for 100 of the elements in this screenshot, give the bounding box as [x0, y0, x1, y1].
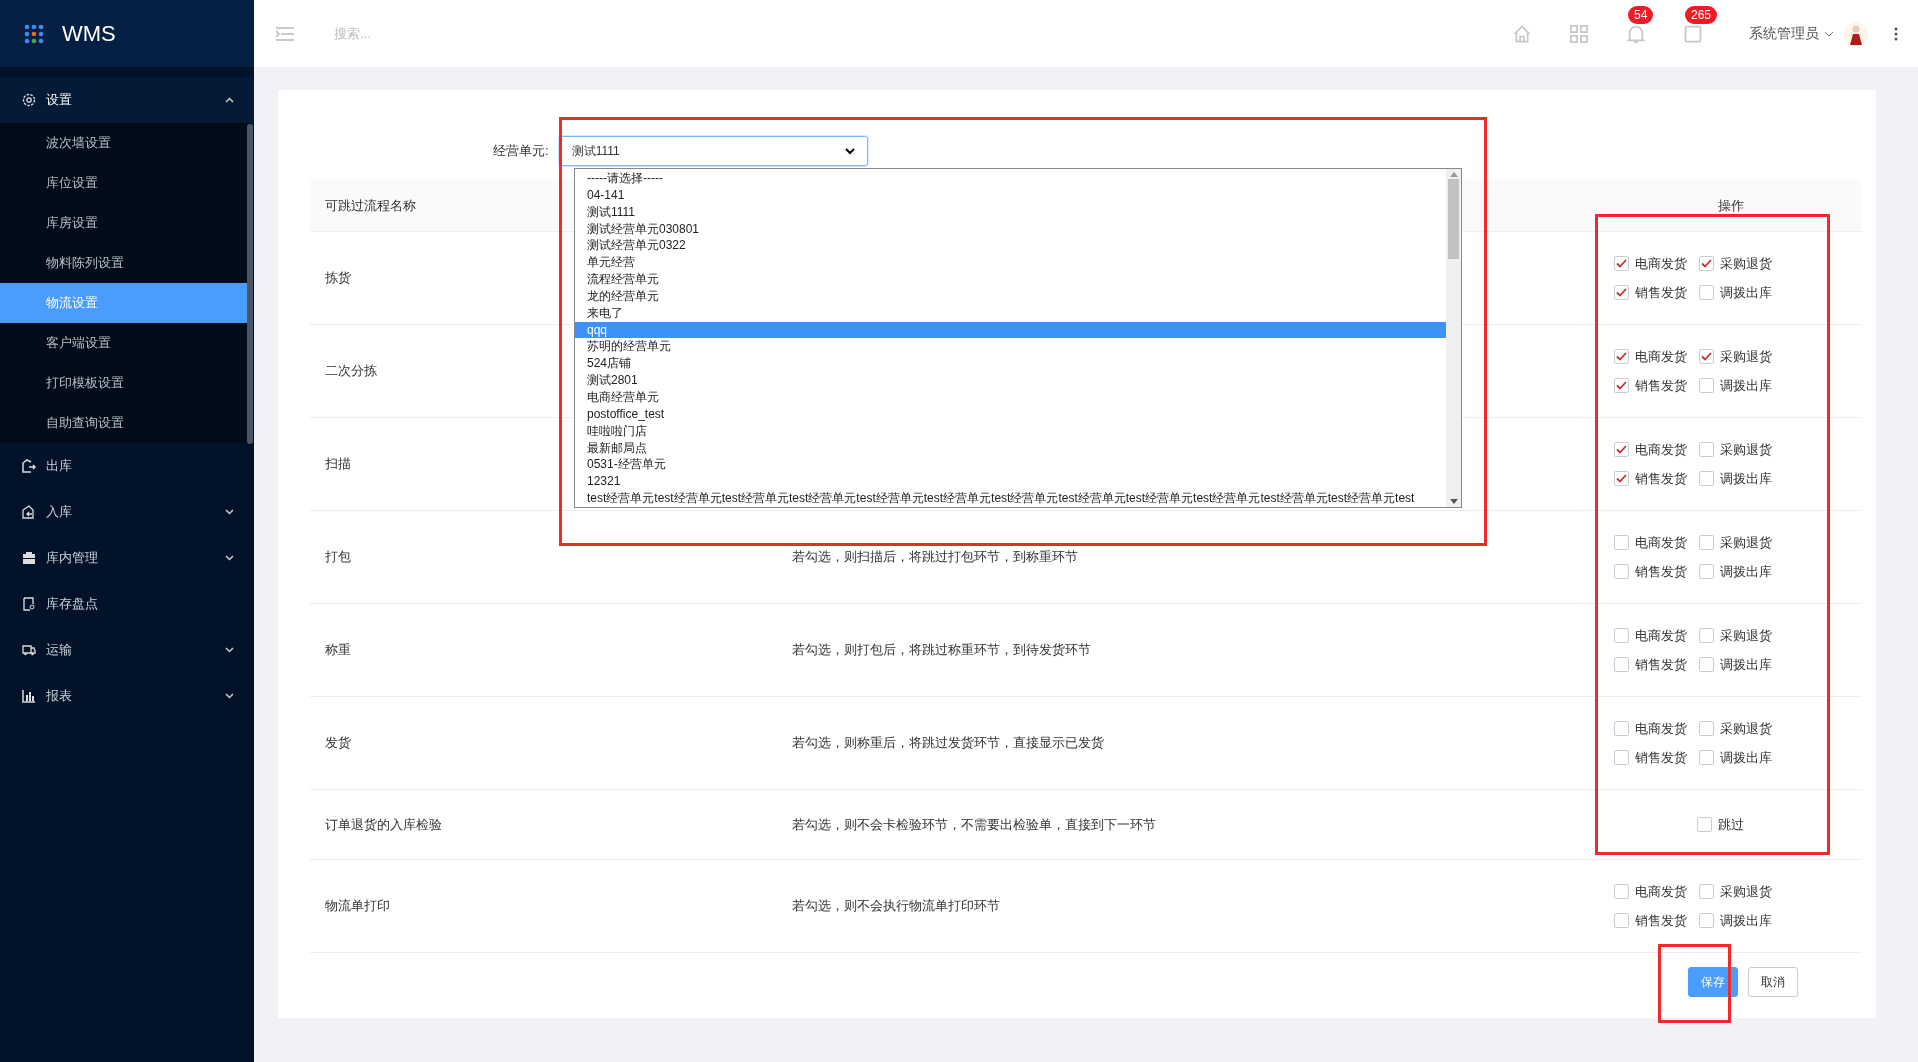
sidebar-item[interactable]: 物料陈列设置 — [0, 243, 247, 283]
house-arrow-icon — [22, 505, 36, 519]
checkbox[interactable]: 采购退货 — [1699, 719, 1772, 739]
checkbox[interactable]: 销售发货 — [1614, 468, 1687, 488]
checkbox[interactable]: 采购退货 — [1699, 347, 1772, 367]
checkbox[interactable]: 销售发货 — [1614, 747, 1687, 767]
checkbox[interactable]: 调拨出库 — [1699, 468, 1772, 488]
table-cell: 扫描 — [325, 456, 351, 472]
checkbox[interactable]: 销售发货 — [1614, 282, 1687, 302]
checkbox[interactable]: 调拨出库 — [1699, 654, 1772, 674]
table-cell-text: 若勾选，则不会卡检验环节，不需要出检验单，直接到下一环节 — [792, 815, 1157, 834]
checkbox[interactable]: 采购退货 — [1699, 626, 1772, 646]
checkbox[interactable]: 销售发货 — [1614, 375, 1687, 395]
dropdown-option[interactable]: 04-141 — [575, 186, 1446, 204]
dropdown-option[interactable]: 电商经营单元 — [575, 388, 1446, 406]
table-cell-text: 若勾选，则打包后，将跳过称重环节，到待发货环节 — [792, 641, 1092, 660]
scrollbar-thumb[interactable] — [1448, 179, 1459, 259]
table-cell: 称重 — [325, 642, 351, 658]
square-icon[interactable] — [1683, 23, 1703, 44]
checkbox[interactable]: 采购退货 — [1699, 254, 1772, 274]
field-label: 经营单元: — [493, 142, 549, 160]
sidebar-item[interactable]: 自助查询设置 — [0, 403, 247, 443]
table-cell: 订单退货的入库检验 — [325, 816, 442, 832]
search-field[interactable]: 搜索... — [334, 23, 634, 44]
dropdown-option[interactable]: 哇啦啦门店 — [575, 422, 1446, 440]
sidebar-item[interactable]: 运输 — [0, 627, 254, 673]
checkbox[interactable]: 销售发货 — [1614, 561, 1687, 581]
more-icon[interactable] — [1894, 26, 1898, 41]
gear-icon — [22, 93, 36, 107]
dropdown-option[interactable]: test经营单元test经营单元test经营单元test经营单元test经营单元test经营单元test经营单元test经营单元test经营单元test经营单元test经营单元test经营单元test — [575, 490, 1446, 507]
app-title: WMS — [62, 20, 116, 48]
sidebar-item[interactable]: 波次墙设置 — [0, 123, 247, 163]
dropdown-option[interactable]: 龙的经营单元 — [575, 287, 1446, 305]
table-cell-text: 若勾选，则扫描后，将跳过打包环节，到称重环节 — [792, 548, 1079, 567]
checkbox[interactable]: 销售发货 — [1614, 910, 1687, 930]
dropdown-option[interactable]: 0531-经营单元 — [575, 456, 1446, 474]
sidebar-item[interactable]: 打印模板设置 — [0, 363, 247, 403]
checkbox[interactable]: 调拨出库 — [1699, 747, 1772, 767]
sidebar-item[interactable]: 库位设置 — [0, 163, 247, 203]
checkbox[interactable]: 调拨出库 — [1699, 375, 1772, 395]
sidebar-item[interactable]: 出库 — [0, 443, 254, 489]
checkmark-icon — [1616, 380, 1627, 390]
dropdown-option[interactable]: 苏明的经营单元 — [575, 338, 1446, 356]
dropdown-option[interactable]: 最新邮局点 — [575, 439, 1446, 457]
dropdown-option[interactable]: 来电了 — [575, 304, 1446, 322]
notification-badge: 54 — [1628, 5, 1654, 24]
checkbox[interactable]: 采购退货 — [1699, 882, 1772, 902]
checkbox[interactable]: 电商发货 — [1614, 626, 1687, 646]
dropdown-option[interactable]: 测试经营单元0322 — [575, 237, 1446, 255]
checkbox[interactable]: 采购退货 — [1699, 533, 1772, 553]
checkbox[interactable]: 电商发货 — [1614, 440, 1687, 460]
cancel-button[interactable]: 取消 — [1748, 967, 1798, 997]
sidebar-item[interactable]: 客户端设置 — [0, 323, 247, 363]
checkbox[interactable]: 销售发货 — [1614, 654, 1687, 674]
dropdown-option[interactable]: 流程经营单元 — [575, 271, 1446, 288]
toolbox-icon — [22, 551, 36, 565]
dropdown-option[interactable]: 测试经营单元030801 — [575, 220, 1446, 238]
user-name[interactable]: 系统管理员 — [1749, 23, 1819, 44]
truck-icon — [22, 643, 36, 657]
checkbox[interactable]: 调拨出库 — [1699, 561, 1772, 581]
checkbox[interactable]: 电商发货 — [1614, 254, 1687, 274]
checkbox[interactable]: 电商发货 — [1614, 347, 1687, 367]
table-cell: 发货 — [325, 735, 351, 751]
sidebar-item[interactable]: 入库 — [0, 489, 254, 535]
checkbox[interactable]: 采购退货 — [1699, 440, 1772, 460]
dropdown-option[interactable]: 测试1111 — [575, 203, 1446, 221]
checkmark-icon — [1701, 352, 1712, 362]
bar-chart-icon — [22, 689, 36, 703]
dropdown-option[interactable]: 524店铺 — [575, 355, 1446, 373]
chevron-up-icon[interactable] — [225, 97, 234, 103]
table-cell: 物流单打印 — [325, 898, 390, 914]
bell-icon[interactable] — [1626, 23, 1646, 44]
dropdown-option[interactable]: 单元经营 — [575, 254, 1446, 272]
house-arrow-icon — [22, 459, 36, 473]
table-cell: 打包 — [325, 549, 351, 565]
checkmark-icon — [1616, 473, 1627, 483]
checkbox[interactable]: 跳过 — [1696, 814, 1744, 835]
dropdown-option[interactable]: -----请选择----- — [575, 170, 1446, 187]
sidebar-item[interactable]: 库房设置 — [0, 203, 247, 243]
checkbox[interactable]: 电商发货 — [1614, 533, 1687, 553]
checkbox[interactable]: 调拨出库 — [1699, 282, 1772, 302]
chevron-down-icon[interactable] — [844, 147, 855, 155]
sidebar-item[interactable]: 报表 — [0, 673, 254, 719]
grid-logo-icon — [24, 23, 44, 44]
checkmark-icon — [1616, 352, 1627, 362]
sidebar-item[interactable]: 库存盘点 — [0, 581, 254, 627]
arrow-down-icon[interactable] — [1449, 499, 1458, 504]
dropdown-option[interactable]: postoffice_test — [575, 405, 1446, 423]
dropdown-option[interactable]: 测试2801 — [575, 372, 1446, 389]
avatar-icon[interactable] — [1844, 21, 1868, 46]
checkbox[interactable]: 调拨出库 — [1699, 910, 1772, 930]
sidebar-item[interactable]: 库内管理 — [0, 535, 254, 581]
checkmark-icon — [1701, 259, 1712, 269]
dropdown-option[interactable]: 12321 — [575, 473, 1446, 491]
column-header: 操作 — [1717, 196, 1745, 215]
sidebar-item[interactable]: 设置 — [0, 77, 254, 123]
column-header: 可跳过流程名称 — [325, 197, 416, 213]
checkbox[interactable]: 电商发货 — [1614, 719, 1687, 739]
checkbox[interactable]: 电商发货 — [1614, 882, 1687, 902]
checkmark-icon — [1616, 259, 1627, 269]
